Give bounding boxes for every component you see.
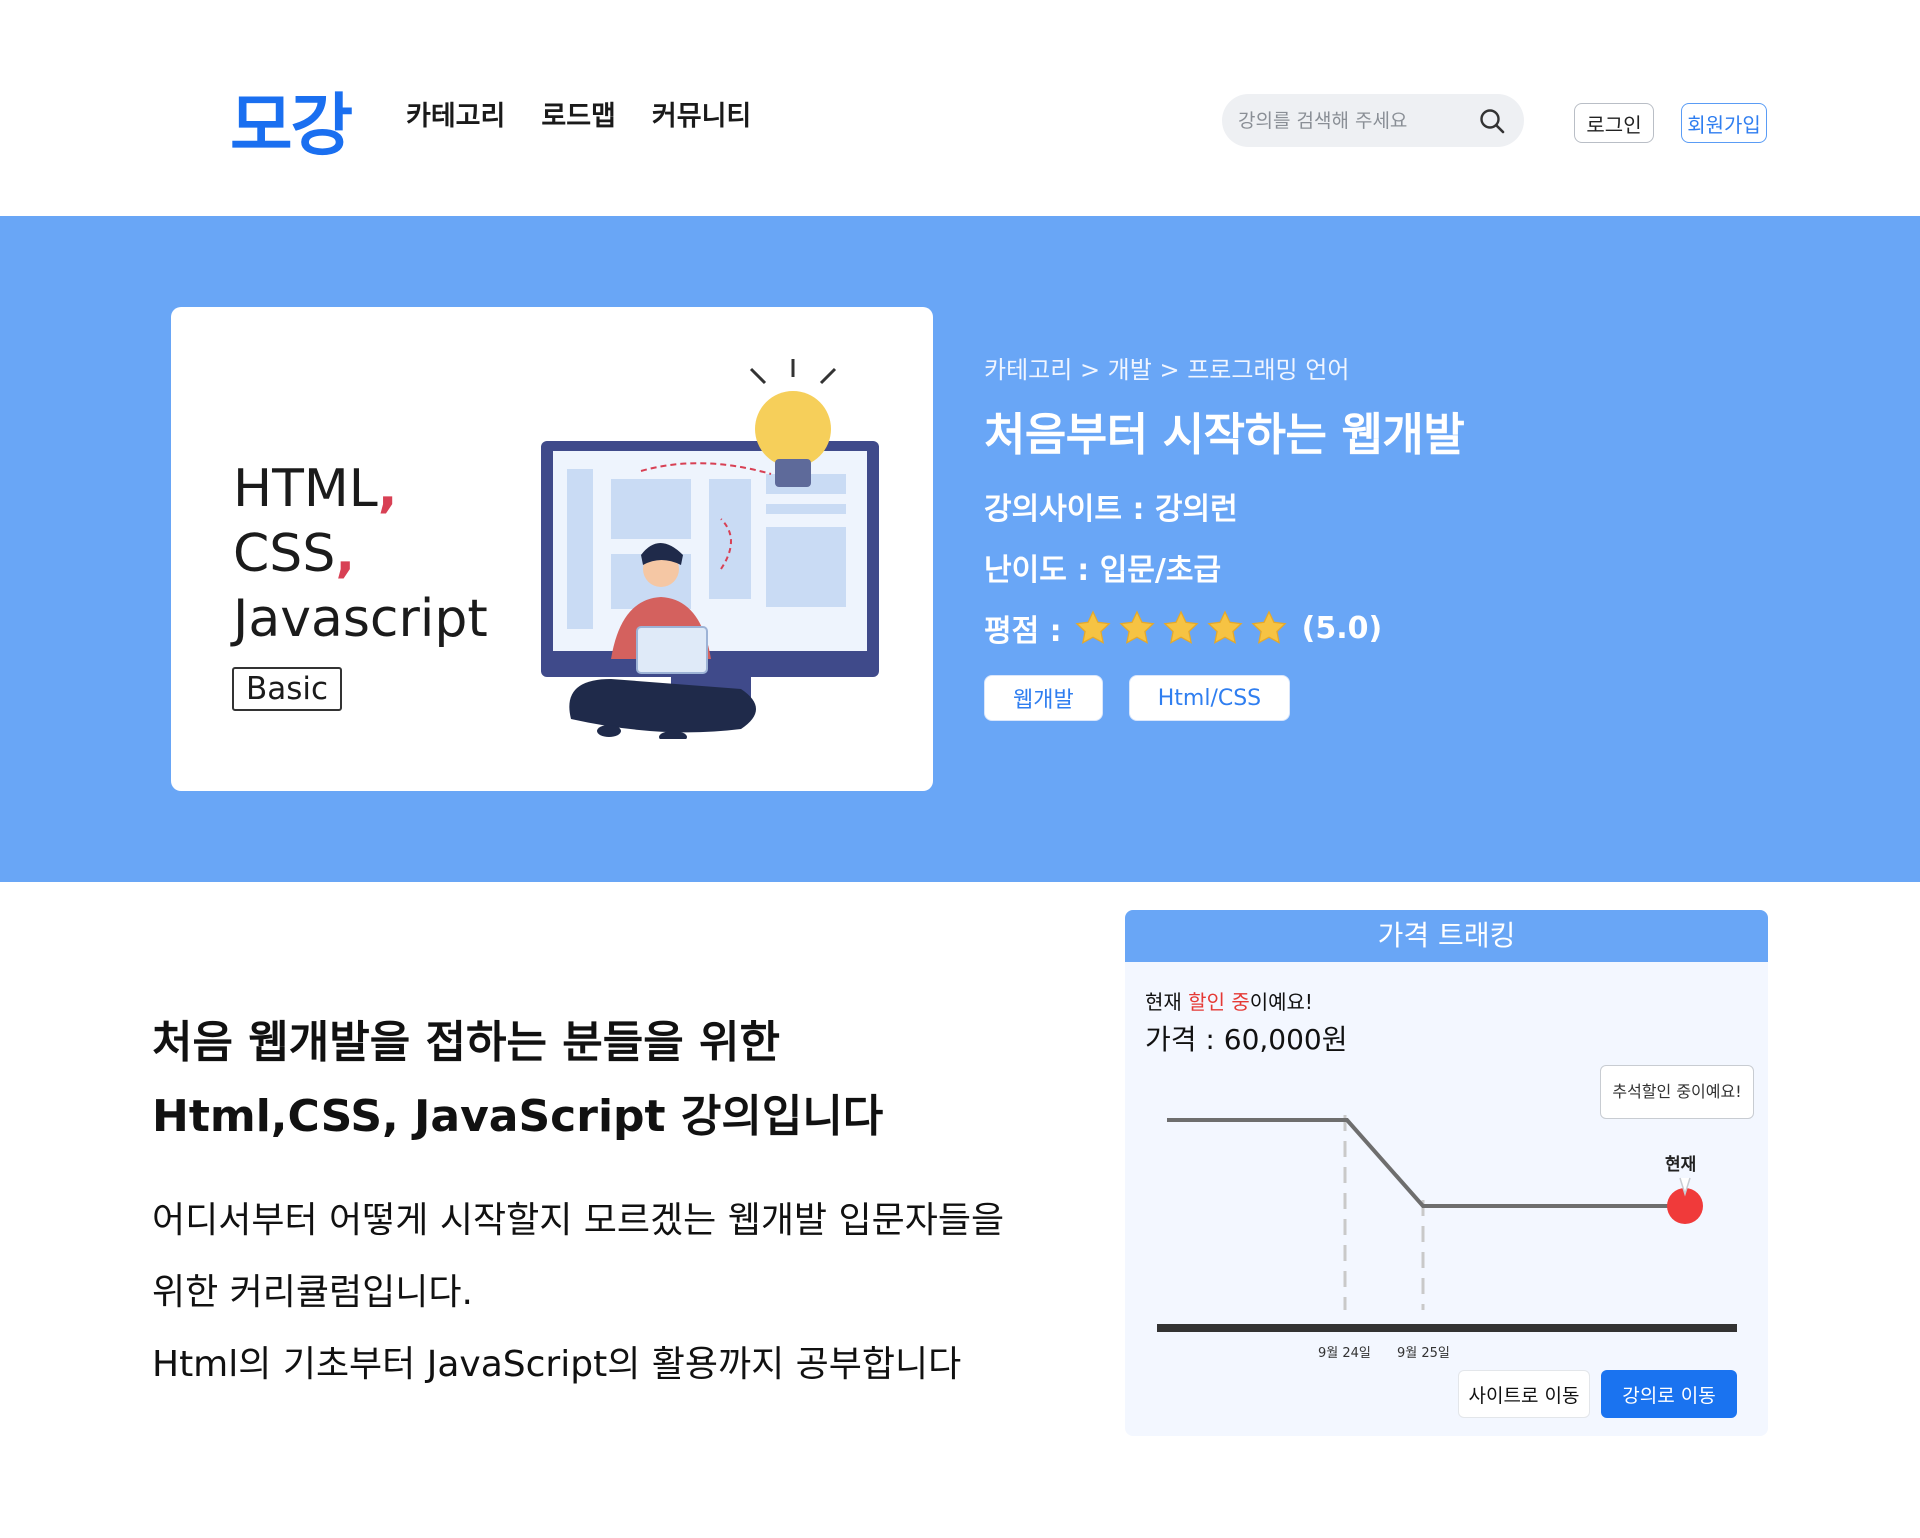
course-intro-heading: 처음 웹개발을 접하는 분들을 위한 Html,CSS, JavaScript … bbox=[152, 1006, 883, 1154]
login-button[interactable]: 로그인 bbox=[1574, 103, 1654, 143]
description-line-1: 어디서부터 어떻게 시작할지 모르겠는 웹개발 입문자들을 bbox=[152, 1200, 1005, 1241]
discount-status-highlight: 할인 중 bbox=[1188, 990, 1250, 1014]
course-thumbnail: HTML, CSS, Javascript Basic bbox=[171, 307, 933, 791]
course-rating: 평점 : (5.0) bbox=[984, 606, 1382, 650]
thumbnail-line-js: Javascript bbox=[233, 589, 488, 649]
course-tags: 웹개발 Html/CSS bbox=[984, 675, 1291, 721]
nav-item-community[interactable]: 커뮤니티 bbox=[652, 94, 751, 133]
rating-value: (5.0) bbox=[1301, 610, 1383, 646]
course-description: 어디서부터 어떻게 시작할지 모르겠는 웹개발 입문자들을 위한 커리큘럼입니다… bbox=[152, 1185, 1004, 1401]
price-tracking-panel: 가격 트래킹 현재 할인 중이예요! 가격 : 60,000원 추석할인 중이예… bbox=[1125, 910, 1768, 1436]
discount-tooltip: 추석할인 중이예요! bbox=[1600, 1065, 1754, 1119]
discount-status-prefix: 현재 bbox=[1145, 990, 1189, 1014]
description-line-3: Html의 기초부터 JavaScript의 활용까지 공부합니다 bbox=[152, 1344, 962, 1385]
discount-status-suffix: 이예요! bbox=[1249, 990, 1313, 1014]
intro-heading-line-1: 처음 웹개발을 접하는 분들을 위한 bbox=[152, 1017, 780, 1068]
course-site: 강의사이트 : 강의런 bbox=[984, 484, 1238, 528]
course-title: 처음부터 시작하는 웹개발 bbox=[984, 408, 1465, 461]
breadcrumb[interactable]: 카테고리 > 개발 > 프로그래밍 언어 bbox=[984, 350, 1349, 385]
site-logo[interactable]: 모강 bbox=[230, 70, 353, 169]
star-icon bbox=[1119, 610, 1155, 644]
thumbnail-line-css: CSS bbox=[233, 524, 336, 584]
star-icon bbox=[1251, 610, 1287, 644]
tag-webdev[interactable]: 웹개발 bbox=[984, 675, 1103, 721]
price-tracking-title: 가격 트래킹 bbox=[1125, 910, 1768, 962]
level-label: 난이도 : bbox=[984, 553, 1100, 588]
course-level: 난이도 : 입문/초급 bbox=[984, 545, 1221, 589]
thumbnail-badge: Basic bbox=[232, 667, 343, 711]
star-icon bbox=[1075, 610, 1111, 644]
star-icon bbox=[1163, 610, 1199, 644]
date-label-1: 9월 24일 bbox=[1318, 1346, 1371, 1361]
tag-html-css[interactable]: Html/CSS bbox=[1128, 675, 1291, 721]
thumbnail-line-html: HTML bbox=[233, 459, 378, 519]
discount-status: 현재 할인 중이예요! bbox=[1145, 986, 1313, 1015]
rating-label: 평점 : bbox=[984, 614, 1062, 649]
nav-item-category[interactable]: 카테고리 bbox=[406, 94, 505, 133]
now-marker-label: 현재 bbox=[1665, 1155, 1697, 1175]
date-label-2: 9월 25일 bbox=[1397, 1346, 1450, 1361]
signup-button[interactable]: 회원가입 bbox=[1681, 103, 1767, 143]
intro-heading-line-2: Html,CSS, JavaScript 강의입니다 bbox=[152, 1091, 884, 1142]
go-to-site-button[interactable]: 사이트로 이동 bbox=[1458, 1370, 1590, 1418]
site-header: 모강 카테고리 로드맵 커뮤니티 로그인 회원가입 bbox=[0, 0, 1920, 216]
search-input[interactable] bbox=[1238, 94, 1468, 147]
level-value: 입문/초급 bbox=[1099, 553, 1222, 588]
current-price: 가격 : 60,000원 bbox=[1145, 1023, 1348, 1056]
price-line bbox=[1167, 1118, 1687, 1208]
thumbnail-title: HTML, CSS, Javascript bbox=[233, 457, 488, 652]
star-icon bbox=[1207, 610, 1243, 644]
description-line-2: 위한 커리큘럼입니다. bbox=[152, 1272, 473, 1313]
search-box bbox=[1222, 94, 1524, 147]
rating-stars bbox=[1074, 609, 1288, 647]
search-icon[interactable] bbox=[1478, 107, 1506, 135]
main-nav: 카테고리 로드맵 커뮤니티 bbox=[406, 94, 751, 133]
site-value: 강의런 bbox=[1154, 492, 1238, 527]
course-hero: HTML, CSS, Javascript Basic 카테고리 > 개발 > … bbox=[0, 216, 1920, 882]
developer-illustration bbox=[541, 359, 879, 739]
nav-item-roadmap[interactable]: 로드맵 bbox=[541, 94, 616, 133]
go-to-course-button[interactable]: 강의로 이동 bbox=[1601, 1370, 1737, 1418]
site-label: 강의사이트 : bbox=[984, 492, 1155, 527]
